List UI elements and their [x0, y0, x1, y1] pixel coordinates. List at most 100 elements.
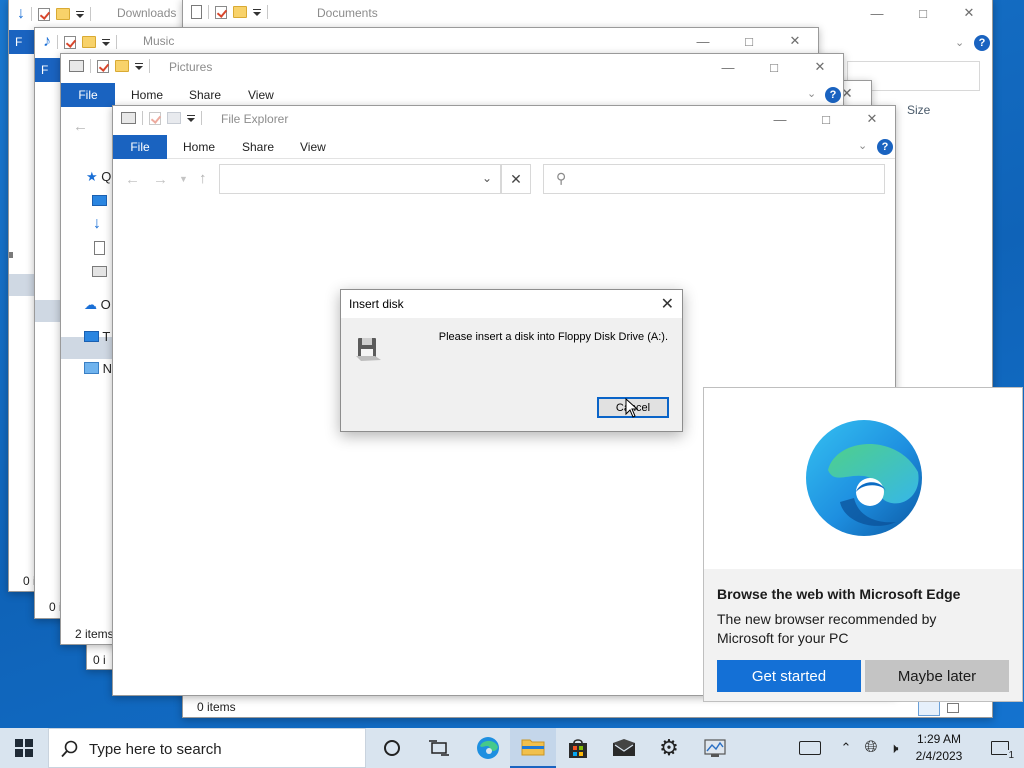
recent-locations-chevron-icon[interactable]: ▼ — [179, 174, 188, 184]
network-icon — [84, 362, 99, 374]
new-folder-icon[interactable] — [233, 6, 247, 18]
address-dropdown-icon[interactable]: ⌄ — [482, 171, 492, 185]
titlebar: Documents — □ ✕ — [183, 0, 992, 26]
minimize-button[interactable]: — — [757, 106, 803, 132]
nav-item-desktop-icon[interactable] — [92, 195, 107, 206]
column-header-size[interactable]: Size — [907, 103, 930, 117]
taskbar-edge-button[interactable] — [465, 728, 511, 768]
minimize-button[interactable]: — — [854, 0, 900, 26]
ribbon-expand-chevron-icon[interactable]: ⌄ — [955, 36, 964, 49]
close-button[interactable]: ✕ — [849, 106, 895, 132]
new-folder-icon[interactable] — [56, 8, 70, 20]
forward-arrow-icon[interactable]: → — [153, 171, 168, 188]
clear-address-button[interactable]: ✕ — [501, 164, 531, 194]
nav-item-pictures-icon[interactable] — [92, 266, 107, 277]
close-button[interactable]: ✕ — [797, 54, 843, 80]
tab-view[interactable]: View — [248, 88, 274, 102]
taskbar-app-button[interactable] — [692, 728, 738, 768]
maybe-later-button[interactable]: Maybe later — [865, 660, 1009, 692]
new-folder-icon[interactable] — [115, 60, 129, 72]
quick-access-toolbar: ♪ — [43, 33, 117, 51]
start-button[interactable] — [0, 728, 48, 768]
tab-view[interactable]: View — [300, 140, 326, 154]
keyboard-layout-button[interactable] — [796, 728, 824, 768]
close-button[interactable]: ✕ — [772, 28, 818, 54]
window-title: Documents — [317, 6, 378, 20]
customize-dropdown-icon[interactable] — [187, 115, 195, 122]
tab-home[interactable]: Home — [131, 88, 163, 102]
desktop: ↓ Downloads F 0 i Documents — □ ✕ ⌄ ? Si… — [0, 0, 1024, 728]
minimize-button[interactable]: — — [680, 28, 726, 54]
edge-promo-card: Browse the web with Microsoft Edge The n… — [703, 387, 1023, 702]
nav-item-onedrive[interactable]: ☁ O — [84, 297, 111, 313]
new-folder-icon[interactable] — [167, 112, 181, 124]
nav-item-this-pc[interactable]: T — [84, 329, 110, 344]
large-icons-view-button[interactable] — [947, 703, 959, 713]
taskbar-mail-button[interactable] — [601, 728, 647, 768]
properties-icon[interactable] — [215, 5, 227, 19]
system-clock[interactable]: 1:29 AM 2/4/2023 — [908, 731, 970, 765]
close-icon[interactable]: ✕ — [661, 294, 674, 314]
task-view-button[interactable] — [416, 728, 462, 768]
help-icon[interactable]: ? — [825, 87, 841, 103]
network-status-button[interactable]: 🌐︎ — [860, 728, 882, 768]
properties-icon[interactable] — [64, 35, 76, 49]
taskbar-search-placeholder: Type here to search — [89, 741, 222, 758]
taskbar-search-box[interactable]: Type here to search — [48, 728, 366, 768]
search-icon: ⚲ — [556, 170, 567, 186]
maximize-button[interactable]: □ — [900, 0, 946, 26]
back-arrow-icon[interactable]: ← — [73, 118, 88, 135]
search-box[interactable]: ⚲ — [543, 164, 885, 194]
customize-dropdown-icon[interactable] — [253, 9, 261, 16]
taskbar-store-button[interactable] — [555, 728, 601, 768]
tab-file[interactable]: File — [113, 135, 167, 159]
keyboard-icon — [799, 741, 821, 755]
ribbon-expand-chevron-icon[interactable]: ⌄ — [807, 87, 816, 100]
properties-icon[interactable] — [97, 59, 109, 73]
ribbon-expand-chevron-icon[interactable]: ⌄ — [858, 139, 867, 152]
taskbar-file-explorer-button[interactable] — [510, 728, 556, 768]
window-title: File Explorer — [221, 112, 289, 126]
nav-item-quick-access[interactable]: ★ Q — [86, 169, 111, 185]
properties-icon[interactable] — [149, 111, 161, 125]
windows-logo-icon — [15, 739, 33, 757]
tab-share[interactable]: Share — [242, 140, 274, 154]
back-arrow-icon[interactable]: ← — [125, 171, 140, 188]
customize-dropdown-icon[interactable] — [76, 11, 84, 18]
maximize-button[interactable]: □ — [803, 106, 849, 132]
nav-item-documents-icon[interactable] — [94, 241, 105, 255]
volume-button[interactable]: 🕨︎ — [882, 728, 906, 768]
up-arrow-icon[interactable]: ↑ — [199, 170, 207, 187]
new-folder-icon[interactable] — [82, 36, 96, 48]
tab-share[interactable]: Share — [189, 88, 221, 102]
cortana-button[interactable] — [369, 728, 415, 768]
help-icon[interactable]: ? — [877, 139, 893, 155]
action-center-button[interactable]: 1 — [976, 728, 1024, 768]
explorer-app-icon — [121, 112, 136, 124]
tab-file[interactable]: File — [61, 83, 115, 107]
download-arrow-icon: ↓ — [17, 5, 25, 22]
insert-disk-dialog[interactable]: Insert disk ✕ Please insert a disk into … — [340, 289, 683, 432]
help-icon[interactable]: ? — [974, 35, 990, 51]
address-bar[interactable]: ⌄ — [219, 164, 501, 194]
taskbar: Type here to search ⚙ ⌃ 🌐︎ 🕨︎ 1:29 AM 2/… — [0, 728, 1024, 768]
task-view-icon — [429, 740, 449, 756]
customize-dropdown-icon[interactable] — [135, 63, 143, 70]
maximize-button[interactable]: □ — [726, 28, 772, 54]
details-view-button[interactable] — [918, 701, 940, 716]
globe-network-icon: 🌐︎ — [864, 739, 878, 756]
nav-item-network[interactable]: N — [84, 361, 112, 376]
quick-access-toolbar — [191, 5, 268, 19]
tab-home[interactable]: Home — [183, 140, 215, 154]
notification-icon: 1 — [991, 741, 1015, 761]
customize-dropdown-icon[interactable] — [102, 39, 110, 46]
taskbar-settings-button[interactable]: ⚙ — [646, 728, 692, 768]
minimize-button[interactable]: — — [705, 54, 751, 80]
nav-item-downloads-icon[interactable]: ↓ — [93, 215, 101, 233]
get-started-button[interactable]: Get started — [717, 660, 861, 692]
maximize-button[interactable]: □ — [751, 54, 797, 80]
properties-icon[interactable] — [38, 7, 50, 21]
close-button[interactable]: ✕ — [946, 0, 992, 26]
status-item-count: 0 items — [197, 700, 236, 714]
show-hidden-icons-button[interactable]: ⌃ — [836, 728, 856, 768]
